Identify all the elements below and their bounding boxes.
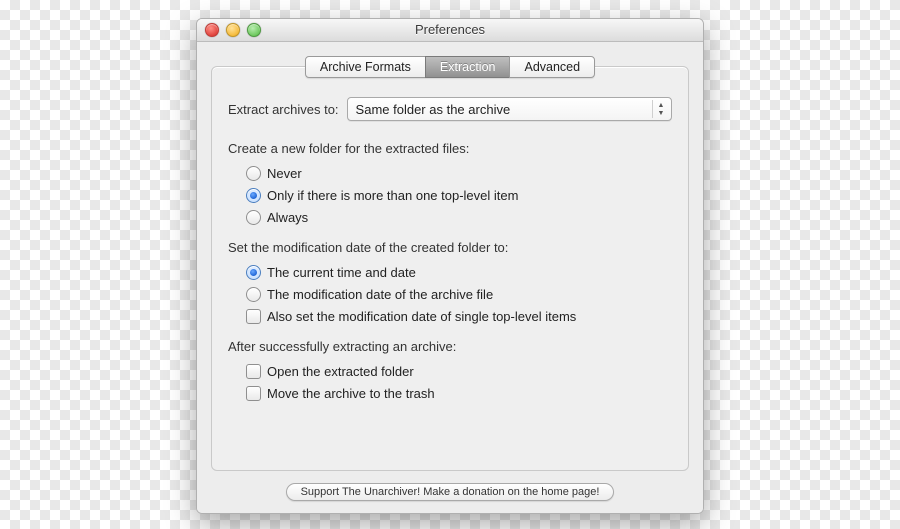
window-controls xyxy=(205,23,261,37)
check-also-single-label: Also set the modification date of single… xyxy=(267,309,576,324)
window-title: Preferences xyxy=(415,22,485,37)
radio-moddate-archive[interactable] xyxy=(246,287,261,302)
radio-never-label: Never xyxy=(267,166,302,181)
preferences-window: Preferences Archive Formats Extraction A… xyxy=(196,18,704,514)
check-open-folder[interactable] xyxy=(246,364,261,379)
popup-arrows-icon: ▲▼ xyxy=(652,100,669,118)
check-open-folder-label: Open the extracted folder xyxy=(267,364,414,379)
radio-always-label: Always xyxy=(267,210,308,225)
close-icon[interactable] xyxy=(205,23,219,37)
radio-moddate-current-label: The current time and date xyxy=(267,265,416,280)
radio-never[interactable] xyxy=(246,166,261,181)
zoom-icon[interactable] xyxy=(247,23,261,37)
tab-bar: Archive Formats Extraction Advanced xyxy=(197,56,703,78)
tab-archive-formats[interactable]: Archive Formats xyxy=(305,56,426,78)
radio-moddate-archive-label: The modification date of the archive fil… xyxy=(267,287,493,302)
radio-moddate-current[interactable] xyxy=(246,265,261,280)
extract-to-popup[interactable]: Same folder as the archive ▲▼ xyxy=(347,97,672,121)
create-folder-label: Create a new folder for the extracted fi… xyxy=(228,141,672,156)
titlebar[interactable]: Preferences xyxy=(197,19,703,42)
window-body: Archive Formats Extraction Advanced Extr… xyxy=(197,42,703,513)
donate-button[interactable]: Support The Unarchiver! Make a donation … xyxy=(286,483,615,501)
radio-always[interactable] xyxy=(246,210,261,225)
check-move-trash[interactable] xyxy=(246,386,261,401)
tab-advanced[interactable]: Advanced xyxy=(509,56,595,78)
check-move-trash-label: Move the archive to the trash xyxy=(267,386,435,401)
mod-date-label: Set the modification date of the created… xyxy=(228,240,672,255)
extract-to-label: Extract archives to: xyxy=(228,102,339,117)
check-also-single[interactable] xyxy=(246,309,261,324)
after-extract-label: After successfully extracting an archive… xyxy=(228,339,672,354)
extraction-group: Extract archives to: Same folder as the … xyxy=(211,66,689,471)
extract-to-value: Same folder as the archive xyxy=(356,102,511,117)
radio-only-multi[interactable] xyxy=(246,188,261,203)
radio-only-multi-label: Only if there is more than one top-level… xyxy=(267,188,518,203)
tab-extraction[interactable]: Extraction xyxy=(425,56,511,78)
minimize-icon[interactable] xyxy=(226,23,240,37)
